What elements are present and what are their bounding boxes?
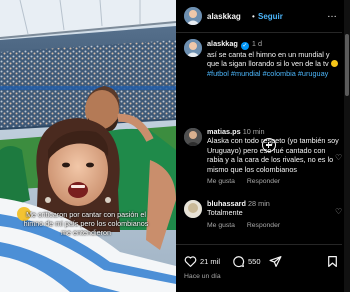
comment-body: bluhassard 28 min Totalmente Me gusta Re… bbox=[207, 199, 343, 230]
heart-icon[interactable] bbox=[184, 255, 197, 268]
comments-count[interactable]: 550 bbox=[248, 257, 261, 266]
comment-reply-button[interactable]: Responder bbox=[247, 222, 280, 229]
comment-body: matias.ps 10 min Alaska con todo respeto… bbox=[207, 127, 343, 186]
post-details-panel: alaskkag • Seguir … alaskkag ✓ 1 d así s… bbox=[176, 0, 350, 292]
caption-username[interactable]: alaskkag bbox=[207, 39, 238, 48]
comment-heart-icon[interactable]: ♡ bbox=[335, 207, 342, 216]
post-header: alaskkag • Seguir … bbox=[176, 0, 342, 33]
commenter-avatar[interactable] bbox=[184, 200, 202, 218]
post-actions-bar: 21 mil 550 Hace un día bbox=[176, 244, 342, 292]
caption-hashtags[interactable]: #futbol #mundial #colombia #uruguay bbox=[207, 69, 328, 78]
scrollbar-thumb[interactable] bbox=[345, 34, 349, 96]
caption-time: 1 d bbox=[251, 39, 263, 48]
share-icon[interactable] bbox=[269, 255, 282, 268]
comment-text: Alaska con todo respeto (yo también soy … bbox=[207, 136, 339, 174]
stadium-photo bbox=[0, 0, 176, 292]
comment-time: 10 min bbox=[242, 127, 265, 136]
commenter-avatar[interactable] bbox=[184, 128, 202, 146]
header-username[interactable]: alaskkag bbox=[207, 12, 241, 21]
comment-heart-icon[interactable]: ♡ bbox=[335, 153, 342, 162]
likes-count[interactable]: 21 mil bbox=[200, 257, 220, 266]
comment-text: Totalmente bbox=[207, 208, 243, 218]
header-separator: • bbox=[252, 12, 255, 21]
comment-time: 28 min bbox=[247, 199, 270, 208]
post-timestamp: Hace un día bbox=[184, 273, 221, 280]
comment-icon[interactable] bbox=[232, 255, 245, 268]
caption-author-avatar[interactable] bbox=[184, 39, 202, 57]
bookmark-icon[interactable] bbox=[326, 255, 339, 268]
comment-like-button[interactable]: Me gusta bbox=[207, 178, 235, 185]
caption-text-block: alaskkag ✓ 1 d así se canta el himno en … bbox=[207, 39, 342, 78]
smile-emoji-icon bbox=[330, 60, 338, 68]
more-options-icon[interactable]: … bbox=[327, 9, 337, 20]
comment-username[interactable]: matias.ps bbox=[207, 127, 241, 136]
media-caption: Me criticaron por cantar con pasión el h… bbox=[23, 210, 149, 237]
comment-like-button[interactable]: Me gusta bbox=[207, 222, 235, 229]
author-avatar[interactable] bbox=[184, 7, 202, 25]
comments-scrollbar[interactable] bbox=[344, 0, 350, 292]
verified-badge-icon: ✓ bbox=[240, 42, 249, 50]
comment-reply-button[interactable]: Responder bbox=[247, 178, 280, 185]
follow-button[interactable]: Seguir bbox=[258, 12, 283, 21]
caption-text: así se canta el himno en un mundial y qu… bbox=[207, 50, 330, 69]
comment-username[interactable]: bluhassard bbox=[207, 199, 246, 208]
post-media[interactable]: Me criticaron por cantar con pasión el h… bbox=[0, 0, 176, 292]
